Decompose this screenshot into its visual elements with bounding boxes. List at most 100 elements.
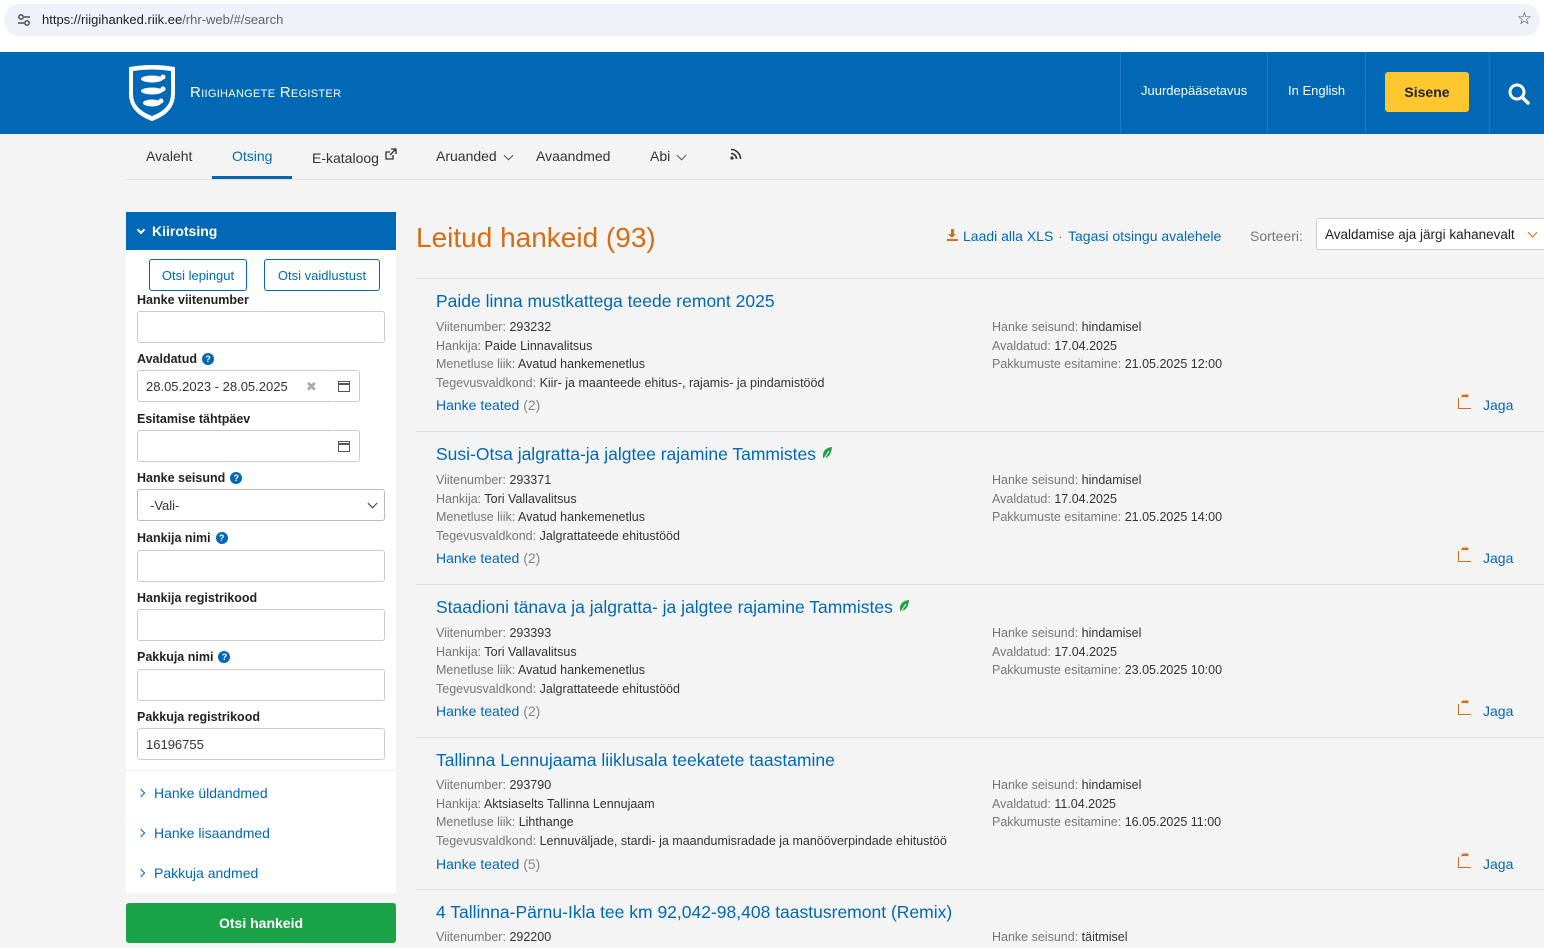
result-title[interactable]: Susi-Otsa jalgratta-ja jalgtee rajamine … [436, 444, 833, 465]
status-select-value: -Vali- [150, 498, 180, 513]
results-count-title: Leitud hankeid (93) [416, 222, 656, 253]
chevron-down-icon [1527, 227, 1538, 238]
header-divider [1365, 52, 1366, 134]
notices-label: Hanke teated [436, 856, 520, 872]
status-label-text: Hanke seisund [137, 471, 226, 485]
notices-link[interactable]: Hanke teated (5) [436, 856, 540, 872]
coat-of-arms-logo[interactable] [124, 64, 180, 122]
download-icon [947, 229, 958, 241]
buyer-code-input[interactable] [137, 609, 385, 641]
accordion-general-data[interactable]: Hanke üldandmed [136, 785, 268, 801]
nav-item-avaandmed[interactable]: Avaandmed [536, 148, 610, 164]
result-item: Tallinna Lennujaama liiklusala teekatete… [416, 737, 1544, 890]
buyer-name-label-text: Hankija nimi [137, 531, 211, 545]
nav-item-label: Abi [650, 148, 671, 164]
bidder-name-input[interactable] [137, 669, 385, 701]
accordion-label: Pakkuja andmed [154, 865, 259, 881]
chevron-right-icon [136, 828, 146, 838]
nav-item-ekataloog[interactable]: E-kataloog [312, 148, 397, 166]
deadline-label: Esitamise tähtpäev [137, 412, 251, 426]
share-link[interactable]: Jaga [1458, 850, 1513, 872]
share-label: Jaga [1483, 703, 1514, 719]
result-title[interactable]: Staadioni tänava ja jalgratta- ja jalgte… [436, 597, 910, 618]
result-title[interactable]: Tallinna Lennujaama liiklusala teekatete… [436, 750, 835, 771]
share-icon [1458, 544, 1471, 562]
chevron-right-icon [136, 868, 146, 878]
nav-item-label: E-kataloog [312, 150, 379, 166]
share-link[interactable]: Jaga [1458, 544, 1513, 566]
search-procurements-button[interactable]: Otsi hankeid [126, 903, 396, 943]
site-brand[interactable]: Riigihangete Register [190, 84, 341, 101]
notices-count: (2) [523, 703, 541, 719]
accessibility-link[interactable]: Juurdepääsetavus [1141, 83, 1247, 98]
published-date-input[interactable]: 28.05.2023 - 28.05.2025 [137, 370, 330, 402]
reference-input[interactable] [137, 311, 385, 343]
published-label-text: Avaldatud [137, 352, 197, 366]
help-icon[interactable]: ? [230, 472, 243, 484]
quick-search-header[interactable]: Kiirotsing [126, 212, 396, 250]
bidder-code-input[interactable]: 16196755 [137, 728, 385, 760]
chevron-right-icon [136, 788, 146, 798]
notices-link[interactable]: Hanke teated (2) [436, 397, 540, 413]
result-title[interactable]: 4 Tallinna-Pärnu-Ikla tee km 92,042-98,4… [436, 902, 952, 923]
notices-link[interactable]: Hanke teated (2) [436, 550, 540, 566]
english-link[interactable]: In English [1288, 83, 1345, 98]
share-link[interactable]: Jaga [1458, 697, 1514, 719]
buyer-name-label: Hankija nimi? [137, 531, 228, 545]
leaf-icon [899, 600, 909, 614]
header-divider [1489, 52, 1490, 134]
published-calendar-button[interactable] [329, 370, 360, 402]
result-item: Susi-Otsa jalgratta-ja jalgtee rajamine … [416, 431, 1544, 584]
status-label: Hanke seisund? [137, 471, 243, 485]
help-icon[interactable]: ? [218, 651, 231, 663]
header-divider [1267, 52, 1268, 134]
nav-item-aruanded[interactable]: Aruanded [436, 148, 514, 164]
site-settings-icon[interactable] [16, 12, 32, 28]
deadline-date-input[interactable] [137, 430, 330, 462]
search-disputes-button[interactable]: Otsi vaidlustust [264, 259, 380, 291]
notices-label: Hanke teated [436, 703, 520, 719]
result-title-text: Staadioni tänava ja jalgratta- ja jalgte… [436, 597, 893, 617]
help-icon[interactable]: ? [215, 532, 228, 544]
buyer-name-input[interactable] [137, 550, 385, 582]
notices-link[interactable]: Hanke teated (2) [436, 703, 540, 719]
bookmark-star-icon[interactable]: ☆ [1517, 10, 1532, 28]
nav-item-label: Aruanded [436, 148, 497, 164]
status-select[interactable]: -Vali- [137, 489, 385, 521]
result-meta-right: Hanke seisund: hindamisel Avaldatud: 17.… [992, 320, 1223, 372]
result-meta-right: Hanke seisund: hindamisel Avaldatud: 17.… [992, 626, 1223, 678]
reference-label: Hanke viitenumber [137, 293, 249, 307]
result-title[interactable]: Paide linna mustkattega teede remont 202… [436, 291, 775, 312]
active-tab-indicator [212, 176, 292, 179]
accordion-bidder-data[interactable]: Pakkuja andmed [136, 865, 259, 881]
nav-item-otsing[interactable]: Otsing [232, 148, 272, 164]
download-xls-link[interactable]: Laadi alla XLS [947, 228, 1053, 244]
sort-select[interactable]: Avaldamise aja järgi kahanevalt [1316, 218, 1544, 250]
clear-icon[interactable]: ✖ [306, 379, 317, 395]
nav-item-avaleht[interactable]: Avaleht [146, 148, 192, 164]
help-icon[interactable]: ? [201, 353, 214, 365]
result-item: 4 Tallinna-Pärnu-Ikla tee km 92,042-98,4… [416, 889, 1544, 948]
site-header: Riigihangete Register Juurdepääsetavus I… [0, 52, 1544, 134]
login-button[interactable]: Sisene [1385, 72, 1469, 112]
accordion-additional-data[interactable]: Hanke lisaandmed [136, 825, 270, 841]
share-link[interactable]: Jaga [1458, 391, 1514, 413]
separator-dot: · [1058, 228, 1063, 244]
notices-label: Hanke teated [436, 550, 520, 566]
quick-search-panel: Kiirotsing Otsi lepingut Otsi vaidlustus… [126, 212, 396, 893]
back-to-search-link[interactable]: Tagasi otsingu avalehele [1068, 228, 1221, 244]
search-icon[interactable] [1505, 80, 1533, 108]
rss-icon[interactable] [730, 147, 742, 163]
chevron-down-icon [503, 150, 514, 161]
main-nav: Avaleht Otsing E-kataloog Aruanded Avaan… [126, 134, 1544, 180]
share-icon [1458, 697, 1471, 715]
share-label: Jaga [1483, 397, 1514, 413]
divider [126, 770, 396, 771]
url-text[interactable]: https://riigihanked.riik.ee/rhr-web/#/se… [42, 12, 283, 28]
deadline-calendar-button[interactable] [329, 430, 360, 462]
notices-count: (5) [523, 856, 541, 872]
nav-item-abi[interactable]: Abi [650, 148, 687, 164]
search-contracts-button[interactable]: Otsi lepingut [149, 259, 247, 291]
result-meta-left: Viitenumber: 293790 Hankija: Aktsiaselts… [436, 778, 947, 848]
address-bar[interactable]: https://riigihanked.riik.ee/rhr-web/#/se… [4, 4, 1540, 36]
